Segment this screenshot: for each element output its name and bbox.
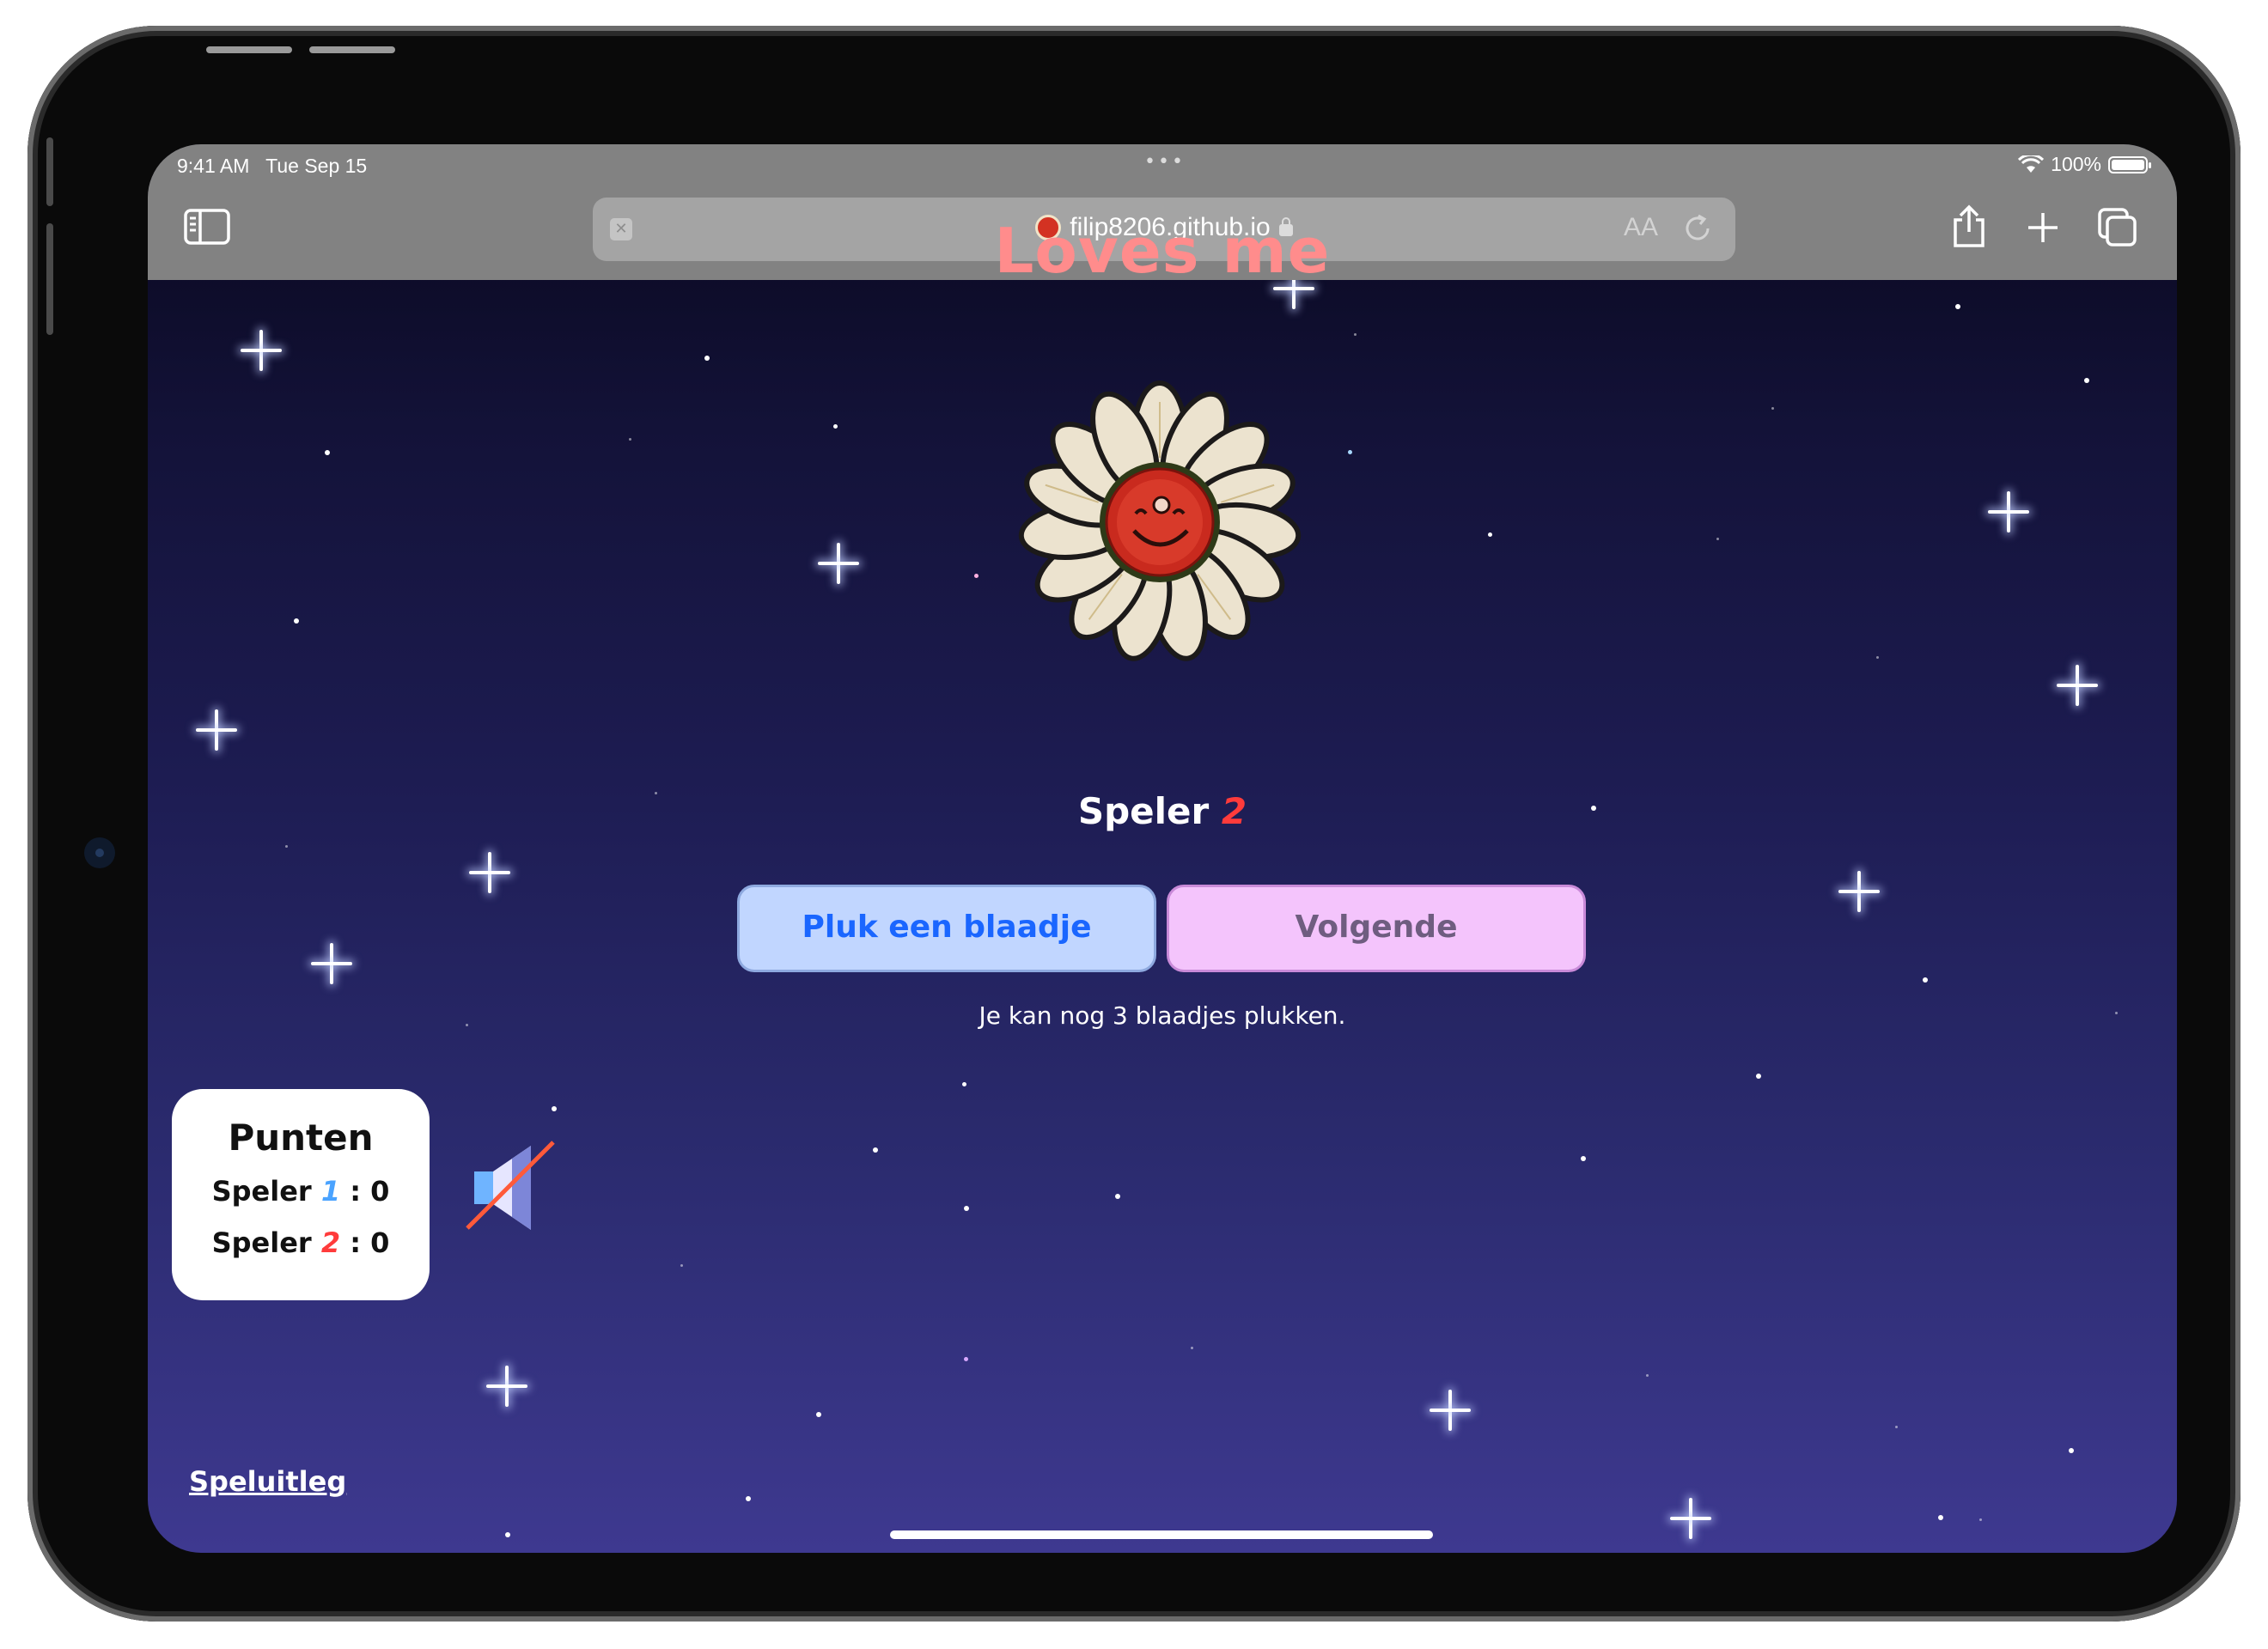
- star-dot: [1756, 1074, 1761, 1079]
- scoreboard-title: Punten: [228, 1117, 374, 1159]
- status-indicators: 100%: [2018, 153, 2151, 176]
- star-dot: [1716, 538, 1719, 540]
- star-dot: [1354, 333, 1357, 336]
- star-dot: [2084, 378, 2089, 383]
- star-dot: [1348, 450, 1352, 454]
- star-dot: [873, 1147, 878, 1153]
- star-dot: [1581, 1156, 1586, 1161]
- star-dot: [680, 1264, 683, 1267]
- date: Tue Sep 15: [265, 155, 368, 177]
- score-label: Speler: [211, 1226, 312, 1259]
- score-player-2: Speler 2 : 0: [172, 1226, 430, 1259]
- player-2-score: 0: [370, 1226, 390, 1259]
- star-dot: [1646, 1374, 1649, 1377]
- star-dot: [1895, 1426, 1898, 1428]
- player-number: 2: [1221, 790, 1247, 832]
- separator: :: [350, 1175, 362, 1208]
- pick-petal-button[interactable]: Pluk een blaadje: [737, 885, 1156, 972]
- star-dot: [629, 438, 631, 441]
- status-time: 9:41 AM Tue Sep 15: [177, 155, 367, 178]
- star-dot: [552, 1106, 557, 1111]
- separator: :: [350, 1226, 362, 1259]
- side-button: [46, 223, 53, 335]
- front-camera: [84, 837, 115, 868]
- player-1-number: 1: [320, 1175, 341, 1208]
- star-dot: [964, 1206, 969, 1211]
- score-label: Speler: [211, 1175, 312, 1208]
- star-icon: [1833, 866, 1885, 917]
- volume-button: [206, 46, 292, 53]
- star-icon: [191, 704, 242, 756]
- star-dot: [962, 1082, 966, 1086]
- star-dot: [1191, 1347, 1193, 1349]
- game-rules-link[interactable]: Speluitleg: [189, 1465, 346, 1498]
- wifi-icon: [2018, 155, 2045, 173]
- current-player: Speler 2: [148, 790, 2177, 832]
- screen: 9:41 AM Tue Sep 15 ••• 100% ✕ filip8206.…: [148, 144, 2177, 1553]
- player-1-score: 0: [370, 1175, 390, 1208]
- star-dot: [746, 1496, 751, 1501]
- star-dot: [964, 1357, 968, 1361]
- scoreboard: Punten Speler 1 : 0 Speler 2 : 0: [172, 1089, 430, 1300]
- side-button: [46, 137, 53, 206]
- player-label: Speler: [1077, 790, 1210, 832]
- clock: 9:41 AM: [177, 155, 250, 177]
- star-dot: [1955, 304, 1960, 309]
- star-icon: [235, 325, 287, 376]
- star-dot: [285, 845, 288, 848]
- star-dot: [1488, 532, 1492, 537]
- muted-speaker-icon[interactable]: [464, 1139, 558, 1233]
- battery-icon: [2108, 155, 2151, 173]
- battery-percent: 100%: [2051, 153, 2101, 175]
- star-dot: [833, 424, 838, 429]
- home-indicator[interactable]: [890, 1530, 1433, 1539]
- star-dot: [704, 356, 710, 361]
- star-dot: [1115, 1194, 1120, 1199]
- star-dot: [294, 618, 299, 624]
- star-dot: [1923, 977, 1928, 983]
- star-icon: [306, 938, 357, 989]
- star-icon: [813, 538, 864, 589]
- star-dot: [974, 574, 979, 578]
- next-button[interactable]: Volgende: [1167, 885, 1586, 972]
- star-icon: [481, 1360, 533, 1412]
- star-dot: [1771, 407, 1774, 410]
- score-player-1: Speler 1 : 0: [172, 1175, 430, 1208]
- player-2-number: 2: [320, 1226, 341, 1259]
- star-icon: [1983, 486, 2034, 538]
- multitasking-dots-icon[interactable]: •••: [1144, 151, 1186, 173]
- star-dot: [1938, 1515, 1943, 1520]
- star-icon: [1424, 1384, 1476, 1436]
- star-dot: [816, 1412, 821, 1417]
- page-title: Loves me: [994, 215, 1331, 287]
- star-dot: [2069, 1448, 2074, 1453]
- star-icon: [2052, 660, 2103, 711]
- volume-button: [309, 46, 395, 53]
- star-dot: [325, 450, 330, 455]
- star-icon: [464, 847, 515, 898]
- star-dot: [1979, 1518, 1982, 1521]
- flower-icon: [1018, 380, 1302, 661]
- star-dot: [1876, 656, 1879, 659]
- ipad-frame: 9:41 AM Tue Sep 15 ••• 100% ✕ filip8206.…: [27, 26, 2241, 1622]
- star-dot: [505, 1532, 510, 1537]
- star-icon: [1665, 1493, 1716, 1544]
- remaining-hint: Je kan nog 3 blaadjes plukken.: [979, 1001, 1346, 1030]
